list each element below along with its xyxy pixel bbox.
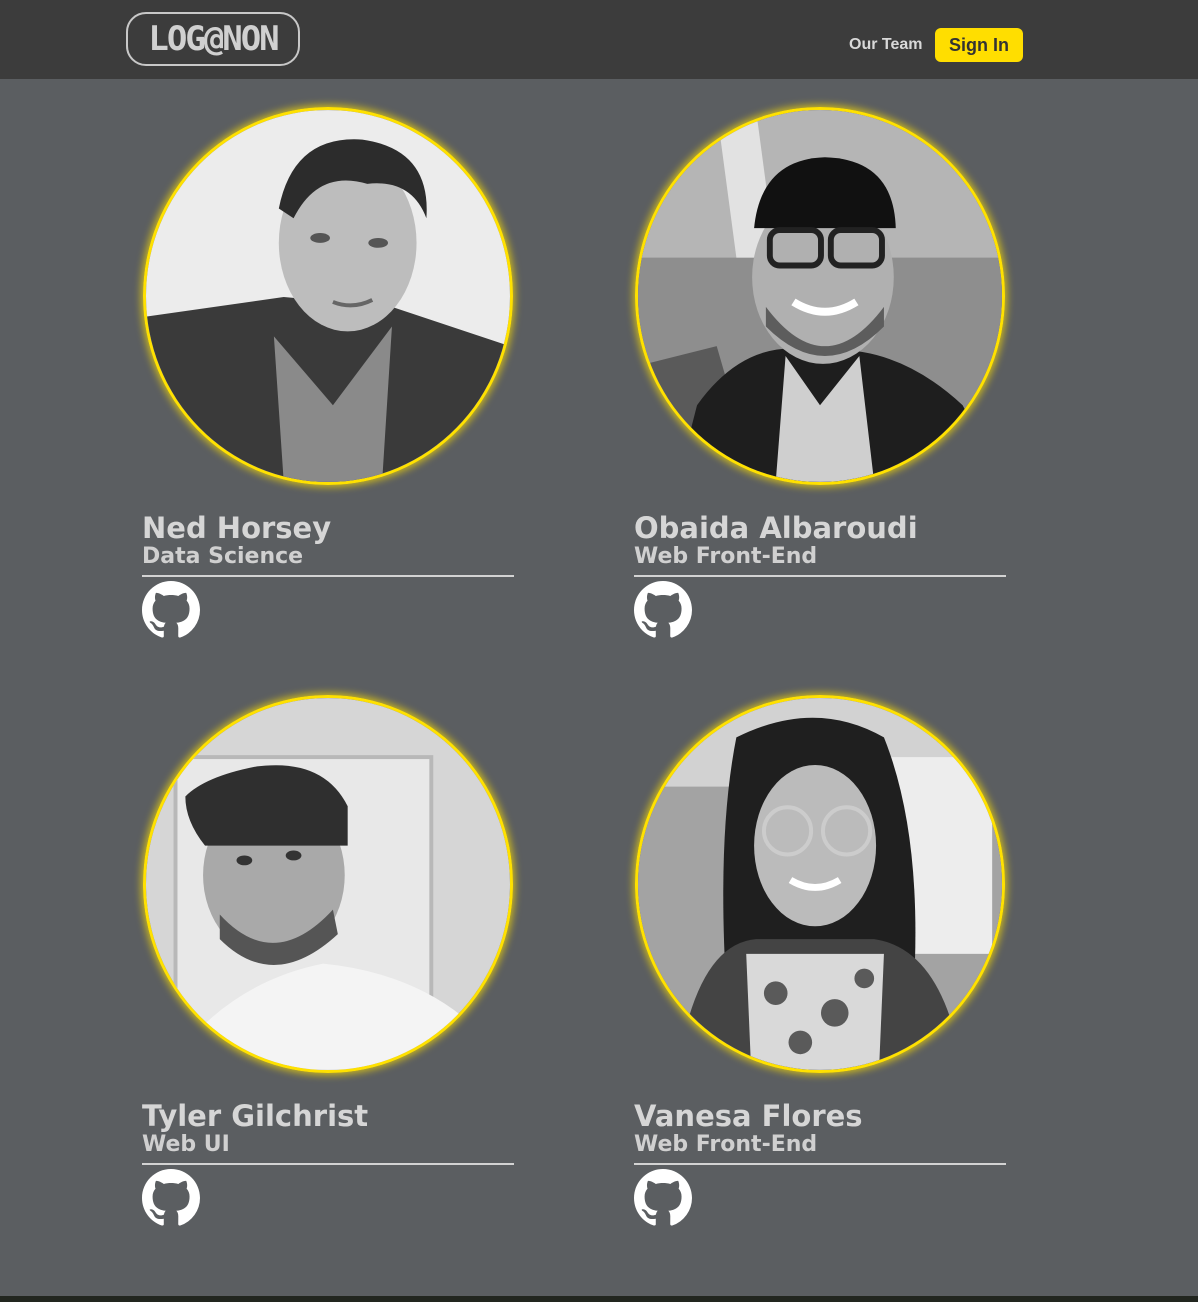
team-card: Ned Horsey Data Science: [142, 107, 514, 647]
team-member-name: Obaida Albaroudi: [634, 511, 918, 545]
footer-bar: [0, 1296, 1198, 1302]
team-member-name: Ned Horsey: [142, 511, 332, 545]
team-member-name: Tyler Gilchrist: [142, 1099, 369, 1133]
divider: [142, 1163, 514, 1165]
team-member-photo: [143, 695, 513, 1073]
team-member-role: Web UI: [142, 1132, 230, 1157]
team-card: Tyler Gilchrist Web UI: [142, 695, 514, 1235]
portrait-image: [146, 698, 510, 1070]
team-member-role: Web Front-End: [634, 1132, 818, 1157]
team-member-name: Vanesa Flores: [634, 1099, 863, 1133]
team-member-photo: [635, 695, 1005, 1073]
portrait-image: [638, 110, 1002, 482]
divider: [634, 575, 1006, 577]
divider: [142, 575, 514, 577]
github-icon[interactable]: [634, 1169, 692, 1227]
nav-link-our-team[interactable]: Our Team: [849, 36, 923, 54]
portrait-image: [146, 110, 510, 482]
team-member-role: Web Front-End: [634, 544, 818, 569]
team-member-role: Data Science: [142, 544, 304, 569]
team-card: Vanesa Flores Web Front-End: [634, 695, 1006, 1235]
github-icon[interactable]: [142, 581, 200, 639]
team-card: Obaida Albaroudi Web Front-End: [634, 107, 1006, 647]
portrait-image: [638, 698, 1002, 1070]
team-member-photo: [635, 107, 1005, 485]
sign-in-button[interactable]: Sign In: [935, 28, 1023, 62]
team-member-photo: [143, 107, 513, 485]
logo[interactable]: LOG@NON: [126, 12, 300, 66]
navbar: LOG@NON Our Team Sign In: [0, 0, 1198, 79]
github-icon[interactable]: [634, 581, 692, 639]
github-icon[interactable]: [142, 1169, 200, 1227]
divider: [634, 1163, 1006, 1165]
